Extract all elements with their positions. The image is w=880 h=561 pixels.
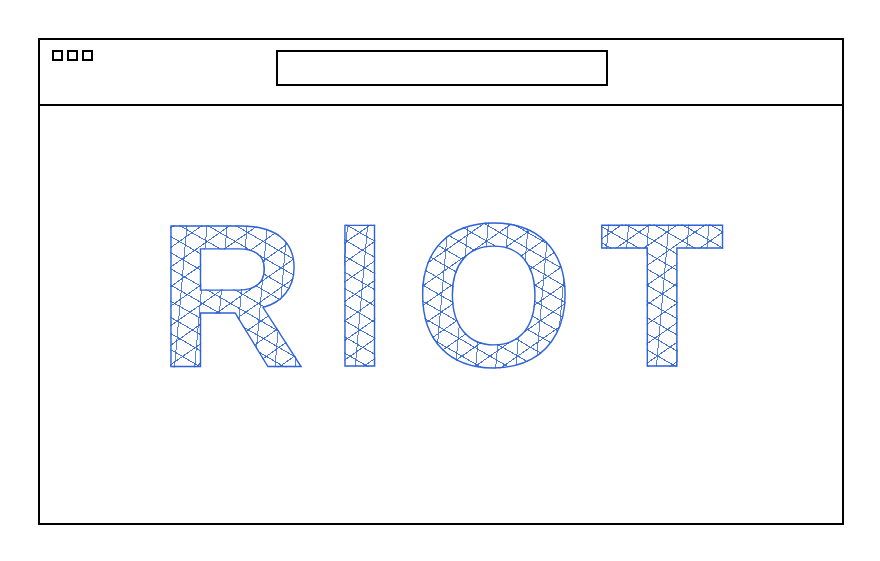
mesh-title: RIOT <box>131 182 751 408</box>
maximize-button-icon[interactable] <box>82 50 93 61</box>
minimize-button-icon[interactable] <box>67 50 78 61</box>
address-bar[interactable] <box>276 50 608 86</box>
browser-window: RIOT <box>38 38 844 525</box>
browser-toolbar <box>40 40 842 106</box>
window-controls <box>52 50 276 61</box>
close-button-icon[interactable] <box>52 50 63 61</box>
page-content: RIOT <box>40 106 842 523</box>
